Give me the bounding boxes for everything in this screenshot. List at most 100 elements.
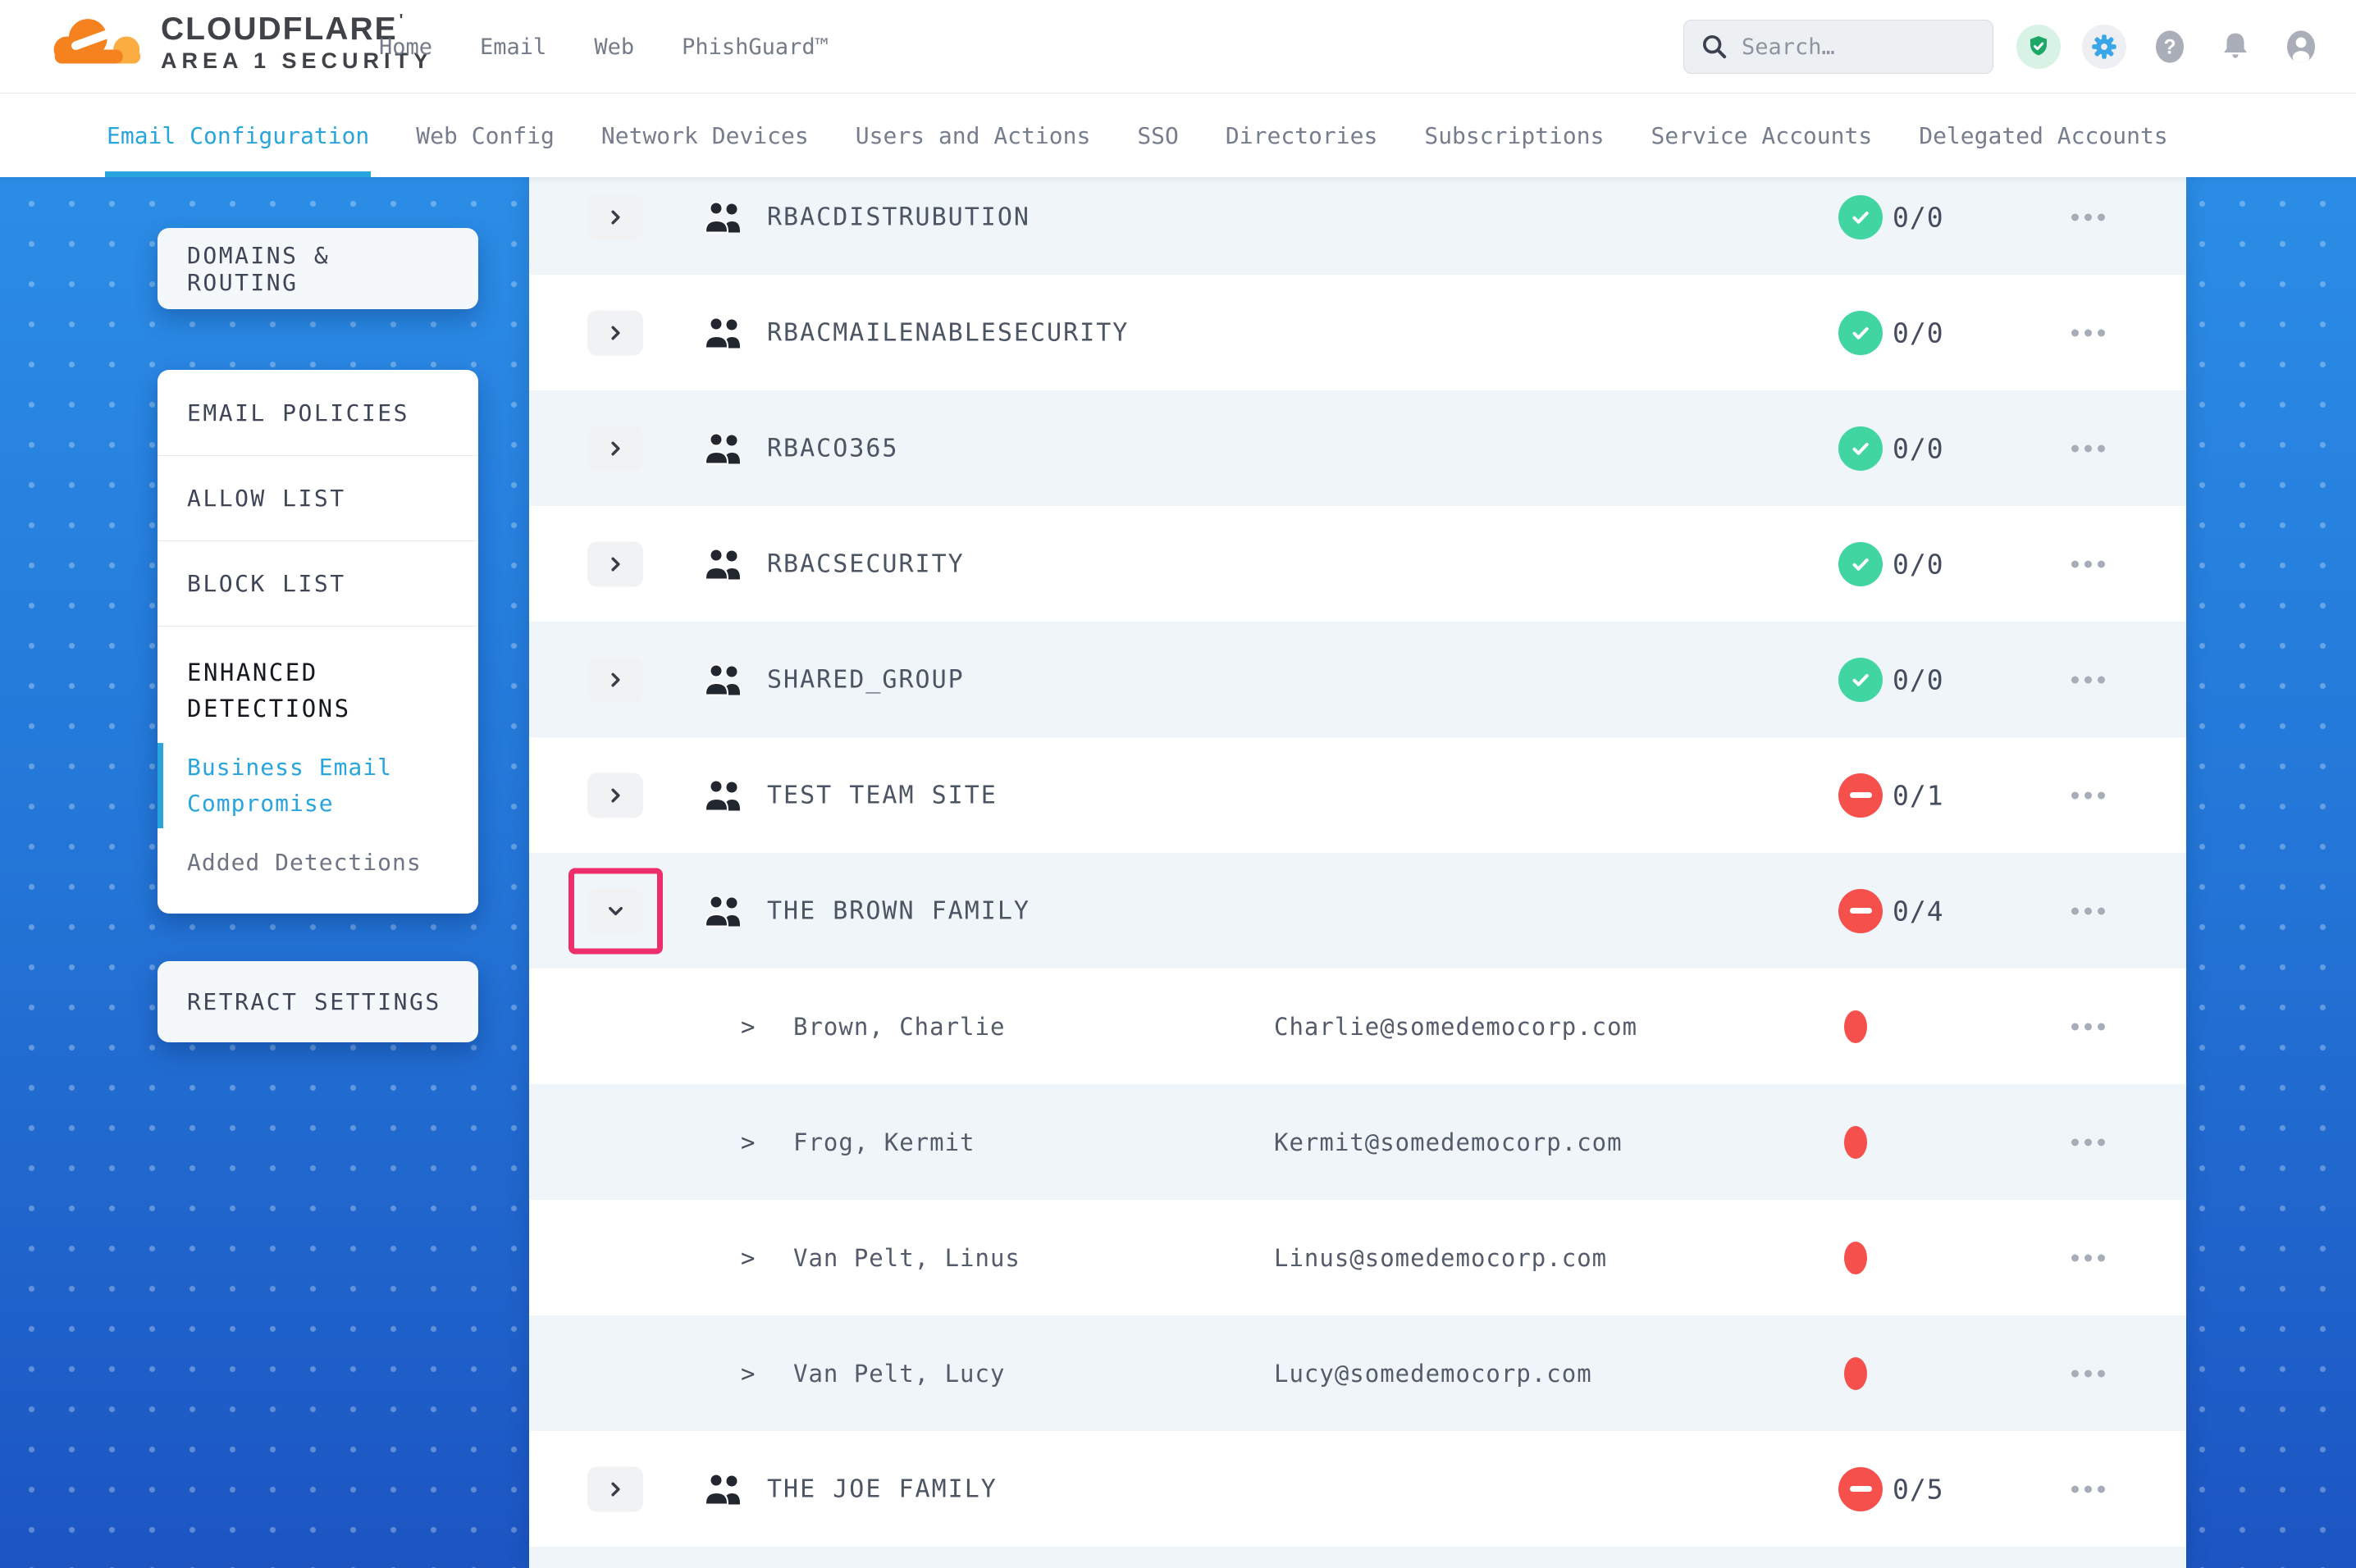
member-count: 0/0	[1893, 317, 1944, 349]
member-row: > Brown, Charlie Charlie@somedemocorp.co…	[529, 969, 2186, 1084]
sidebar-item-email-policies[interactable]: EMAIL POLICIES	[158, 370, 478, 455]
group-row: THE JOE FAMILY 0/5	[529, 1431, 2186, 1547]
tab-network-devices[interactable]: Network Devices	[601, 93, 809, 177]
row-expander-button[interactable]	[587, 194, 643, 239]
minus-icon	[1850, 908, 1872, 914]
row-actions-menu[interactable]	[2062, 782, 2115, 809]
sidebar-item-business-email-compromise[interactable]: Business Email Compromise	[187, 750, 449, 822]
nav-phishguard[interactable]: PhishGuard™	[682, 34, 829, 60]
search-box	[1683, 20, 1993, 74]
tab-delegated-accounts[interactable]: Delegated Accounts	[1919, 93, 2167, 177]
sidebar-item-enhanced-detections[interactable]: ENHANCED DETECTIONS	[187, 654, 449, 727]
group-row: RBACDISTRUBUTION 0/0	[529, 177, 2186, 275]
sidebar-item-added-detections[interactable]: Added Detections	[187, 845, 449, 881]
settings-gear-icon[interactable]	[2082, 25, 2126, 69]
member-caret-icon[interactable]: >	[741, 1013, 755, 1041]
check-icon	[1848, 321, 1873, 345]
row-actions-menu[interactable]	[2062, 666, 2115, 693]
member-status-dot	[1844, 1010, 1867, 1043]
check-icon	[1848, 552, 1873, 577]
member-email: Lucy@somedemocorp.com	[1274, 1360, 1592, 1388]
row-expander-button[interactable]	[587, 1466, 643, 1511]
row-actions-menu[interactable]	[2062, 1244, 2115, 1271]
nav-email[interactable]: Email	[480, 34, 546, 60]
tab-web-config[interactable]: Web Config	[416, 93, 555, 177]
member-name: Van Pelt, Linus	[793, 1244, 1020, 1272]
sidebar-card-2: RETRACT SETTINGS	[158, 961, 478, 1042]
member-row: > Van Pelt, Linus Linus@somedemocorp.com	[529, 1200, 2186, 1315]
member-status-dot	[1844, 1242, 1867, 1274]
shield-status-icon[interactable]	[2016, 25, 2061, 69]
group-name: RBACSECURITY	[767, 549, 965, 578]
member-name: Brown, Charlie	[793, 1013, 1005, 1041]
group-row: RBACSECURITY 0/0	[529, 506, 2186, 622]
group-name: RBACDISTRUBUTION	[767, 203, 1030, 231]
tab-users-and-actions[interactable]: Users and Actions	[856, 93, 1091, 177]
member-email: Linus@somedemocorp.com	[1274, 1244, 1607, 1272]
member-count: 0/0	[1893, 548, 1944, 580]
sidebar-item-retract-settings[interactable]: RETRACT SETTINGS	[158, 959, 478, 1045]
nav-home[interactable]: Home	[379, 34, 432, 60]
group-name: TEST TEAM SITE	[767, 781, 998, 809]
row-expander-button[interactable]	[587, 310, 643, 355]
check-icon	[1848, 668, 1873, 692]
row-actions-menu[interactable]	[2062, 1013, 2115, 1040]
tab-service-accounts[interactable]: Service Accounts	[1651, 93, 1873, 177]
group-icon	[705, 200, 744, 235]
tab-sso[interactable]: SSO	[1137, 93, 1179, 177]
group-row: RBACO365 0/0	[529, 390, 2186, 506]
cloudflare-logo[interactable]: CLOUDFLARE ' AREA 1 SECURITY	[46, 11, 433, 75]
group-row: THE BROWN FAMILY 0/4	[529, 853, 2186, 969]
status-badge	[1838, 1467, 1883, 1511]
row-expander-button[interactable]	[587, 541, 643, 586]
brand-name: CLOUDFLARE	[161, 12, 398, 47]
row-actions-menu[interactable]	[2062, 435, 2115, 462]
sidebar-item-domains-routing[interactable]: DOMAINS & ROUTING	[158, 226, 478, 312]
row-actions-menu[interactable]	[2062, 1360, 2115, 1387]
tab-subscriptions[interactable]: Subscriptions	[1424, 93, 1604, 177]
member-caret-icon[interactable]: >	[741, 1128, 755, 1156]
member-name: Frog, Kermit	[793, 1128, 975, 1156]
group-icon	[705, 663, 744, 697]
member-count: 0/0	[1893, 201, 1944, 233]
row-actions-menu[interactable]	[2062, 319, 2115, 346]
sidebar-card-1: EMAIL POLICIESALLOW LISTBLOCK LIST ENHANC…	[158, 370, 478, 914]
help-icon[interactable]: ?	[2148, 25, 2192, 69]
member-count: 0/0	[1893, 663, 1944, 695]
tab-email-configuration[interactable]: Email Configuration	[107, 93, 369, 177]
minus-icon	[1850, 792, 1872, 798]
row-expander-button[interactable]	[587, 657, 643, 702]
tab-directories[interactable]: Directories	[1226, 93, 1377, 177]
status-badge	[1838, 889, 1883, 933]
row-expander-button[interactable]	[587, 773, 643, 818]
row-actions-menu[interactable]	[2062, 897, 2115, 924]
content-area: DOMAINS & ROUTING EMAIL POLICIESALLOW LIS…	[0, 177, 2356, 1568]
sidebar-item-allow-list[interactable]: ALLOW LIST	[158, 455, 478, 540]
row-actions-menu[interactable]	[2062, 550, 2115, 577]
status-badge	[1838, 542, 1883, 586]
nav-web[interactable]: Web	[594, 34, 634, 60]
row-actions-menu[interactable]	[2062, 203, 2115, 230]
svg-text:?: ?	[2163, 37, 2176, 59]
group-row: RBACMAILENABLESECURITY 0/0	[529, 275, 2186, 390]
check-icon	[1848, 436, 1873, 461]
group-icon	[705, 316, 744, 350]
member-status-dot	[1844, 1357, 1867, 1390]
row-actions-menu[interactable]	[2062, 1475, 2115, 1502]
account-icon[interactable]	[2279, 25, 2323, 69]
header-icon-cluster: ?	[2016, 25, 2323, 69]
member-caret-icon[interactable]: >	[741, 1244, 755, 1272]
member-caret-icon[interactable]: >	[741, 1360, 755, 1388]
row-actions-menu[interactable]	[2062, 1128, 2115, 1155]
row-expander-button[interactable]	[587, 426, 643, 471]
sidebar-item-block-list[interactable]: BLOCK LIST	[158, 540, 478, 626]
search-input[interactable]	[1742, 34, 1976, 60]
member-count: 0/5	[1893, 1473, 1944, 1505]
member-status-dot	[1844, 1126, 1867, 1159]
notifications-bell-icon[interactable]	[2213, 25, 2258, 69]
sidebar-card-0: DOMAINS & ROUTING	[158, 228, 478, 309]
groups-table-panel: RBACDISTRUBUTION 0/0 RBACMAILENABLESECUR…	[529, 177, 2186, 1568]
row-expander-button[interactable]	[587, 888, 643, 933]
member-name: Van Pelt, Lucy	[793, 1360, 1005, 1388]
cloudflare-cloud-icon	[46, 11, 151, 75]
